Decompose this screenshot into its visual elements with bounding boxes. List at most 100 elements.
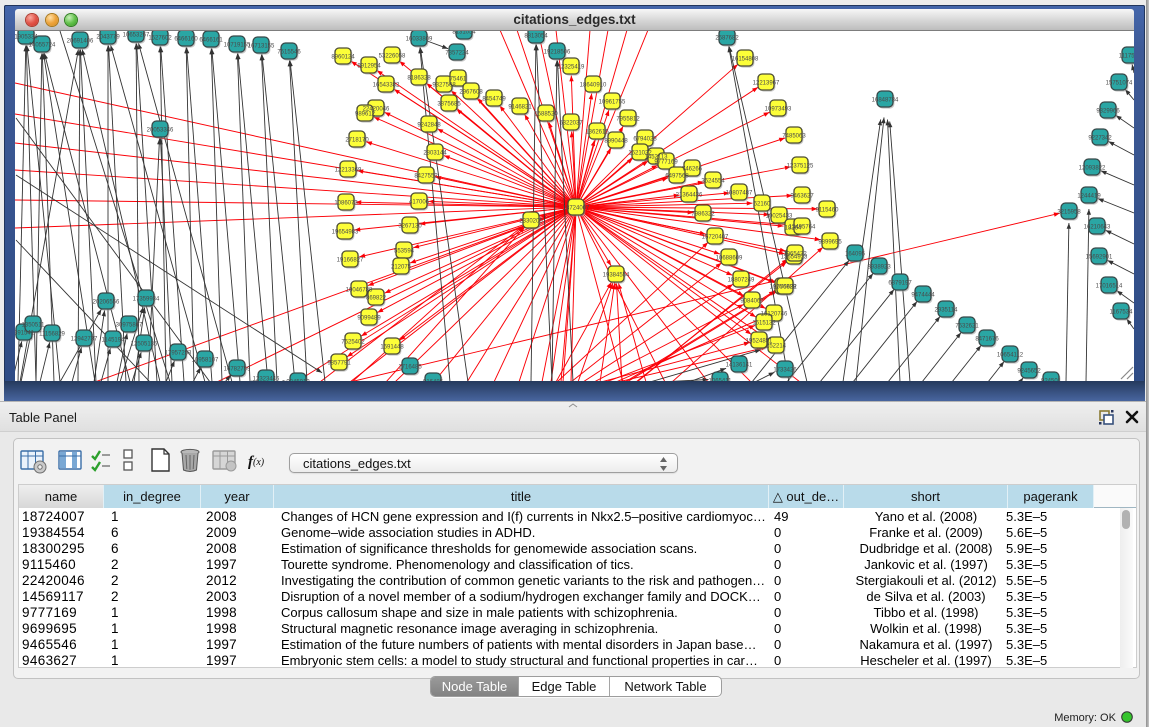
svg-text:21364436: 21364436 [676, 192, 703, 198]
svg-text:8960124: 8960124 [331, 54, 355, 60]
svg-text:7485063: 7485063 [782, 133, 806, 139]
svg-text:12375125: 12375125 [787, 163, 814, 169]
svg-text:8813054: 8813054 [524, 33, 548, 39]
svg-text:1691448: 1691448 [380, 344, 404, 350]
svg-text:10958107: 10958107 [192, 357, 219, 363]
svg-text:6466160: 6466160 [174, 36, 198, 42]
svg-text:1167534: 1167534 [1110, 309, 1134, 315]
svg-text:5322037: 5322037 [559, 120, 583, 126]
svg-text:2687682: 2687682 [715, 35, 739, 41]
svg-text:1362615: 1362615 [585, 129, 609, 135]
svg-text:53226058: 53226058 [379, 53, 406, 59]
svg-text:16543382: 16543382 [373, 82, 400, 88]
svg-text:12213369: 12213369 [335, 167, 362, 173]
svg-text:8454749: 8454749 [482, 96, 506, 102]
svg-text:1588520: 1588520 [534, 111, 558, 117]
svg-text:7515546: 7515546 [277, 49, 301, 55]
svg-text:7955812: 7955812 [616, 116, 640, 122]
svg-text:746266: 746266 [682, 166, 703, 172]
svg-text:1905334: 1905334 [15, 34, 38, 40]
svg-text:8471676: 8471676 [975, 336, 999, 342]
svg-text:7986322: 7986322 [691, 211, 715, 217]
svg-text:(x): (x) [253, 457, 265, 468]
svg-text:62160: 62160 [754, 201, 771, 207]
svg-text:20691406: 20691406 [67, 38, 94, 44]
svg-text:14136141: 14136141 [726, 362, 753, 368]
svg-text:6879197: 6879197 [888, 280, 912, 286]
svg-text:553594: 553594 [394, 248, 415, 254]
svg-text:6466161: 6466161 [199, 37, 223, 43]
svg-text:12505135: 12505135 [131, 341, 158, 347]
svg-text:9084067: 9084067 [740, 298, 764, 304]
svg-text:1086073: 1086073 [334, 200, 358, 206]
svg-text:18640910: 18640910 [580, 82, 607, 88]
svg-text:8990448: 8990448 [604, 138, 628, 144]
svg-text:17016514: 17016514 [1096, 283, 1123, 289]
svg-text:30975867: 30975867 [116, 322, 143, 328]
svg-text:20053346: 20053346 [147, 127, 174, 133]
svg-text:8131054: 8131054 [452, 31, 476, 35]
svg-text:10653267: 10653267 [123, 32, 150, 38]
svg-text:10025433: 10025433 [766, 213, 793, 219]
svg-text:16782759: 16782759 [224, 366, 251, 372]
svg-text:391541: 391541 [15, 330, 35, 336]
svg-text:9857791: 9857791 [327, 360, 351, 366]
svg-text:9099489: 9099489 [357, 315, 381, 321]
svg-text:1965432: 1965432 [783, 251, 807, 257]
svg-text:1716485: 1716485 [398, 364, 422, 370]
svg-text:2718170: 2718170 [345, 137, 369, 143]
svg-text:8938923: 8938923 [867, 264, 891, 270]
svg-text:16210643: 16210643 [1084, 224, 1111, 230]
svg-text:212075: 212075 [391, 264, 412, 270]
svg-text:3875685: 3875685 [437, 101, 461, 107]
svg-text:12942737: 12942737 [71, 336, 98, 342]
svg-text:9329966: 9329966 [1096, 108, 1120, 114]
svg-text:9777169: 9777169 [654, 159, 678, 165]
svg-text:10046788: 10046788 [346, 287, 373, 293]
svg-text:6497568: 6497568 [665, 173, 689, 179]
svg-text:18724007: 18724007 [563, 205, 590, 211]
svg-text:9245652: 9245652 [1017, 368, 1041, 374]
svg-text:12325419: 12325419 [558, 64, 585, 70]
svg-text:1117505: 1117505 [1119, 53, 1134, 59]
svg-text:417006: 417006 [409, 199, 430, 205]
svg-text:10654112: 10654112 [997, 352, 1024, 358]
svg-text:3215958: 3215958 [1057, 209, 1081, 215]
svg-text:7625402: 7625402 [341, 339, 365, 345]
svg-text:2803144: 2803144 [423, 150, 447, 156]
svg-text:2935114: 2935114 [935, 307, 959, 313]
svg-text:16120746: 16120746 [761, 311, 788, 317]
svg-text:7357224: 7357224 [445, 50, 469, 56]
svg-text:1075692: 1075692 [773, 284, 797, 290]
svg-text:15720407: 15720407 [702, 234, 729, 240]
svg-text:1615132: 1615132 [752, 320, 776, 326]
svg-text:17359934: 17359934 [133, 296, 160, 302]
svg-text:11156829: 11156829 [39, 331, 65, 337]
svg-text:1145194: 1145194 [102, 337, 126, 343]
svg-text:9146821: 9146821 [508, 104, 532, 110]
svg-text:10973493: 10973493 [765, 106, 792, 112]
svg-text:12213967: 12213967 [753, 80, 780, 86]
svg-text:18807249: 18807249 [728, 277, 755, 283]
svg-text:1350511: 1350511 [22, 322, 46, 328]
svg-text:9327508: 9327508 [432, 82, 456, 88]
svg-text:7632621: 7632621 [955, 323, 979, 329]
svg-text:20206556: 20206556 [93, 299, 120, 305]
svg-text:14055724: 14055724 [29, 42, 56, 48]
svg-text:9474444: 9474444 [911, 292, 935, 298]
svg-text:3267130: 3267130 [398, 223, 422, 229]
svg-text:8912954: 8912954 [357, 63, 381, 69]
svg-text:1244419: 1244419 [1077, 193, 1101, 199]
svg-text:164095: 164095 [845, 251, 866, 257]
svg-text:8186328: 8186328 [407, 75, 431, 81]
svg-text:9463627: 9463627 [790, 193, 814, 199]
svg-text:2967608: 2967608 [459, 89, 483, 95]
svg-text:8427552: 8427552 [414, 173, 438, 179]
svg-text:10961755: 10961755 [599, 99, 626, 105]
svg-text:17957253: 17957253 [165, 350, 192, 356]
svg-text:1733426: 1733426 [773, 367, 797, 373]
svg-text:10688609: 10688609 [716, 255, 743, 261]
svg-text:16713155: 16713155 [248, 43, 275, 49]
svg-text:869822: 869822 [366, 295, 387, 301]
svg-text:16033809: 16033809 [406, 36, 433, 42]
